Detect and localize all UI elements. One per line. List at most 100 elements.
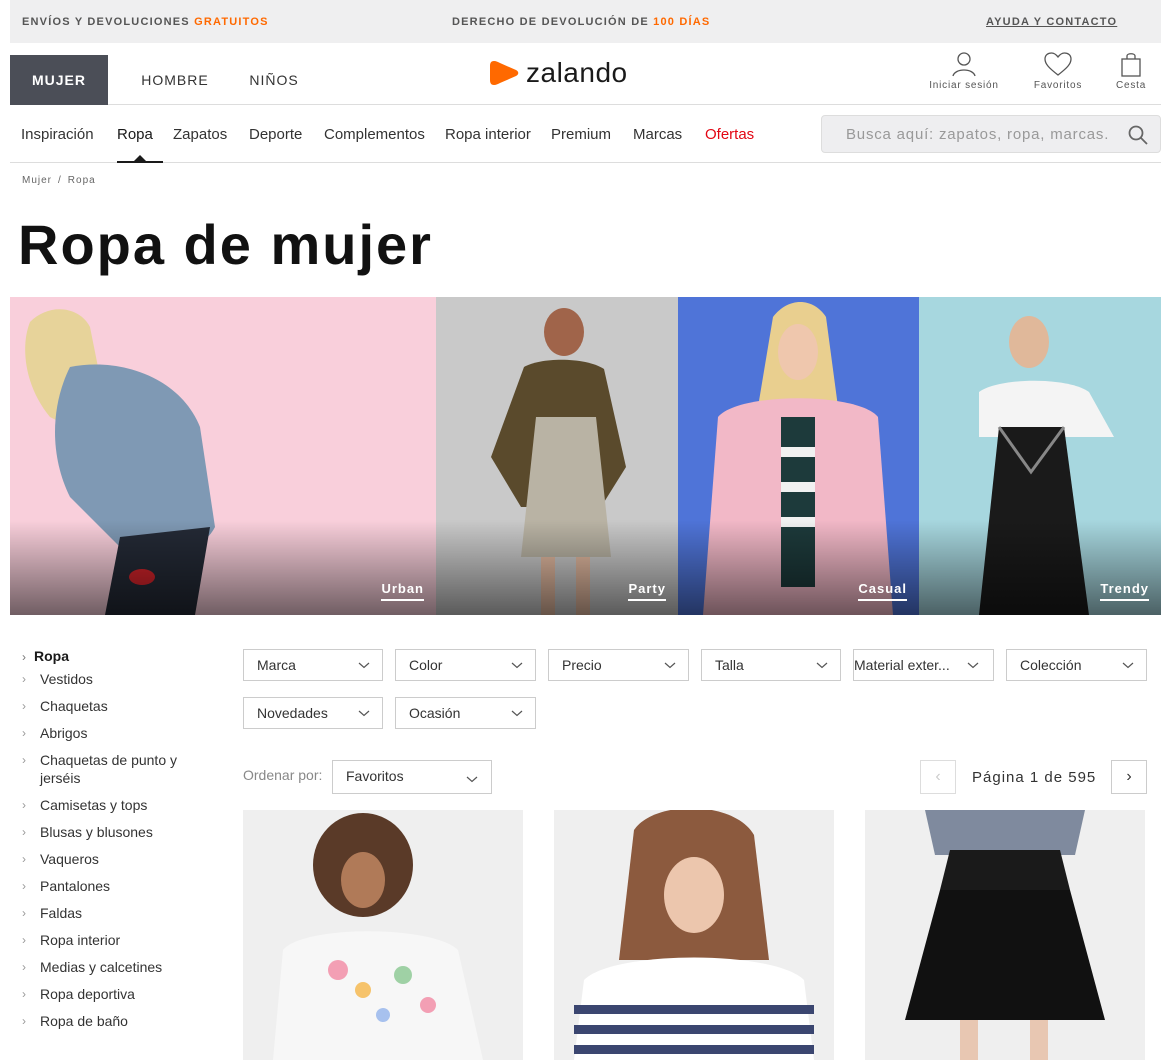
- login-button[interactable]: Iniciar sesión: [924, 51, 1004, 91]
- chevron-down-icon: [358, 662, 370, 669]
- category-nav: Inspiración Ropa Zapatos Deporte Complem…: [10, 106, 1161, 163]
- nav-marcas[interactable]: Marcas: [633, 126, 682, 143]
- cart-button[interactable]: Cesta: [1110, 51, 1152, 91]
- nav-ofertas[interactable]: Ofertas: [705, 126, 754, 143]
- banner-casual[interactable]: Casual: [678, 297, 919, 615]
- category-banners: Urban Party Casual Trendy: [10, 297, 1161, 615]
- sidebar-root-ropa[interactable]: › Ropa: [22, 648, 222, 664]
- search-box[interactable]: [821, 115, 1161, 153]
- bag-icon: [1121, 53, 1141, 77]
- tab-hombre[interactable]: HOMBRE: [130, 55, 220, 105]
- filter-novedades[interactable]: Novedades: [243, 697, 383, 729]
- chevron-right-icon: ›: [22, 753, 26, 767]
- breadcrumb-ropa: Ropa: [67, 175, 96, 186]
- product-image: [905, 810, 1105, 1060]
- help-contact-link[interactable]: AYUDA Y CONTACTO: [986, 16, 1117, 28]
- chevron-right-icon: ›: [22, 1014, 26, 1028]
- chevron-right-icon: ›: [22, 987, 26, 1001]
- product-card-black-skirt[interactable]: [865, 810, 1145, 1060]
- nav-zapatos[interactable]: Zapatos: [173, 126, 227, 143]
- sidebar-item-ropa-interior[interactable]: › Ropa interior: [22, 931, 222, 949]
- page-indicator: Página 1 de 595: [972, 769, 1097, 786]
- banner-trendy[interactable]: Trendy: [919, 297, 1161, 615]
- chevron-down-icon: [967, 662, 979, 669]
- product-image: [574, 810, 814, 1060]
- sidebar-item-pantalones[interactable]: › Pantalones: [22, 877, 222, 895]
- chevron-right-icon: ›: [22, 798, 26, 812]
- chevron-right-icon: ›: [22, 852, 26, 866]
- product-image: [273, 813, 483, 1060]
- sidebar-item-faldas[interactable]: › Faldas: [22, 904, 222, 922]
- nav-complementos[interactable]: Complementos: [324, 126, 425, 143]
- promo-bar: ENVÍOS Y DEVOLUCIONES GRATUITOS DERECHO …: [10, 0, 1161, 43]
- sidebar-item-chaquetas-punto[interactable]: › Chaquetas de punto y jerséis: [22, 751, 207, 787]
- heart-icon: [1044, 52, 1072, 76]
- chevron-right-icon: ›: [22, 726, 26, 740]
- return-policy-text: DERECHO DE DEVOLUCIÓN DE 100 DÍAS: [452, 16, 711, 28]
- banner-label-trendy: Trendy: [1100, 581, 1149, 601]
- chevron-right-icon: ›: [22, 699, 26, 713]
- sidebar-item-abrigos[interactable]: › Abrigos: [22, 724, 222, 742]
- sidebar-item-ropa-bano[interactable]: › Ropa de baño: [22, 1012, 222, 1030]
- sidebar-item-vaqueros[interactable]: › Vaqueros: [22, 850, 222, 868]
- nav-deporte[interactable]: Deporte: [249, 126, 302, 143]
- chevron-right-icon: ›: [22, 650, 26, 664]
- favorites-button[interactable]: Favoritos: [1028, 51, 1088, 91]
- filter-marca[interactable]: Marca: [243, 649, 383, 681]
- filter-precio[interactable]: Precio: [548, 649, 689, 681]
- banner-urban[interactable]: Urban: [10, 297, 436, 615]
- user-icon: [952, 52, 976, 77]
- chevron-down-icon: [664, 662, 676, 669]
- filter-coleccion[interactable]: Colección: [1006, 649, 1147, 681]
- nav-premium[interactable]: Premium: [551, 126, 611, 143]
- banner-party[interactable]: Party: [436, 297, 678, 615]
- banner-shade: [10, 520, 436, 615]
- chevron-down-icon: [1122, 662, 1134, 669]
- filter-material[interactable]: Material exter...: [853, 649, 994, 681]
- chevron-right-icon: ›: [22, 960, 26, 974]
- chevron-down-icon: [511, 710, 523, 717]
- next-page-button[interactable]: ›: [1111, 760, 1147, 794]
- tab-ninos[interactable]: NIÑOS: [238, 55, 310, 105]
- zalando-logo[interactable]: zalando: [490, 57, 628, 89]
- sort-label: Ordenar por:: [243, 767, 323, 783]
- page-title: Ropa de mujer: [18, 213, 433, 276]
- search-input[interactable]: [832, 116, 1122, 152]
- banner-label-casual: Casual: [858, 581, 907, 601]
- product-card-striped-top[interactable]: [554, 810, 834, 1060]
- breadcrumb-separator: /: [58, 175, 62, 186]
- filter-color[interactable]: Color: [395, 649, 536, 681]
- tab-mujer[interactable]: MUJER: [10, 55, 108, 105]
- logo-wordmark: zalando: [526, 57, 628, 88]
- active-nav-underline: [117, 161, 163, 163]
- sidebar-item-ropa-deportiva[interactable]: › Ropa deportiva: [22, 985, 222, 1003]
- sort-select[interactable]: Favoritos: [332, 760, 492, 794]
- search-icon[interactable]: [1128, 125, 1148, 145]
- nav-ropa-interior[interactable]: Ropa interior: [445, 126, 531, 143]
- filter-ocasion[interactable]: Ocasión: [395, 697, 536, 729]
- sidebar-item-medias[interactable]: › Medias y calcetines: [22, 958, 222, 976]
- breadcrumb: Mujer / Ropa: [22, 175, 96, 186]
- chevron-down-icon: [511, 662, 523, 669]
- chevron-right-icon: ›: [22, 933, 26, 947]
- chevron-down-icon: [358, 710, 370, 717]
- filter-talla[interactable]: Talla: [701, 649, 841, 681]
- free-shipping-text: ENVÍOS Y DEVOLUCIONES GRATUITOS: [22, 16, 269, 28]
- breadcrumb-mujer[interactable]: Mujer: [22, 175, 52, 186]
- chevron-right-icon: ›: [22, 825, 26, 839]
- product-card-floral-blouse[interactable]: [243, 810, 523, 1060]
- chevron-right-icon: ›: [22, 672, 26, 686]
- chevron-down-icon: [466, 776, 478, 783]
- nav-ropa[interactable]: Ropa: [117, 126, 153, 143]
- nav-inspiracion[interactable]: Inspiración: [21, 126, 94, 143]
- sidebar-item-chaquetas[interactable]: › Chaquetas: [22, 697, 222, 715]
- chevron-left-icon: ‹: [935, 768, 941, 785]
- prev-page-button[interactable]: ‹: [920, 760, 956, 794]
- sidebar-item-camisetas[interactable]: › Camisetas y tops: [22, 796, 222, 814]
- chevron-right-icon: ›: [22, 906, 26, 920]
- category-sidebar: › Ropa › Vestidos › Chaquetas › Abrigos › Cha…: [22, 648, 222, 1039]
- sidebar-item-blusas[interactable]: › Blusas y blusones: [22, 823, 222, 841]
- banner-label-urban: Urban: [381, 581, 424, 601]
- banner-label-party: Party: [628, 581, 666, 601]
- sidebar-item-vestidos[interactable]: › Vestidos: [22, 670, 222, 688]
